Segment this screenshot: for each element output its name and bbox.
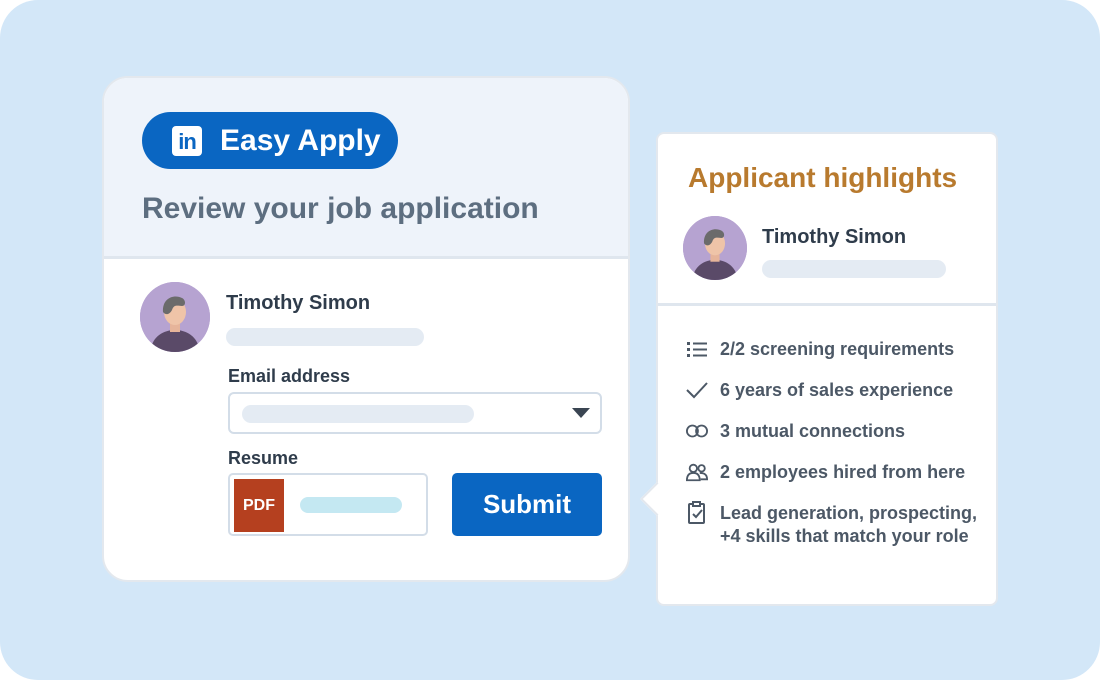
page-title: Review your job application [142, 192, 539, 225]
applicant-avatar [140, 282, 210, 352]
email-dropdown[interactable] [228, 392, 602, 434]
connections-icon [686, 420, 708, 442]
applicant-name: Timothy Simon [226, 292, 371, 314]
apply-card-header: in Easy Apply Review your job applicatio… [104, 78, 628, 259]
highlight-text: 2/2 screening requirements [720, 339, 955, 359]
clipboard-check-icon [686, 501, 708, 524]
email-label: Email address [228, 366, 351, 386]
divider [658, 303, 996, 306]
callout-pointer [640, 482, 674, 516]
checkmark-icon [686, 379, 708, 401]
highlight-item: 6 years of sales experience [686, 379, 980, 402]
easy-apply-label: Easy Apply [220, 124, 381, 157]
applicant-highlights-card: Applicant highlights Timothy Simon 2/2 s… [640, 132, 998, 606]
email-placeholder-line [242, 405, 474, 423]
placeholder-line [762, 260, 946, 278]
pdf-icon: PDF [234, 479, 284, 532]
placeholder-line [226, 328, 424, 346]
linkedin-logo-icon: in [172, 126, 202, 156]
caret-down-icon [572, 408, 590, 418]
highlight-text: 6 years of sales experience [720, 380, 954, 400]
submit-button[interactable]: Submit [452, 473, 602, 536]
list-icon [686, 338, 708, 360]
highlight-item: Lead generation, prospecting, +4 skills … [686, 501, 980, 548]
resume-filename-placeholder [300, 497, 402, 513]
easy-apply-card: in Easy Apply Review your job applicatio… [102, 76, 630, 582]
resume-label: Resume [228, 448, 299, 468]
highlight-item: 2/2 screening requirements [686, 338, 980, 361]
highlights-title: Applicant highlights [688, 162, 958, 193]
highlight-item: 3 mutual connections [686, 420, 980, 443]
linkedin-logo-text: in [178, 129, 197, 154]
resume-file[interactable]: PDF [228, 473, 428, 536]
people-icon [686, 461, 708, 483]
easy-apply-badge: in Easy Apply [142, 112, 398, 169]
highlight-text: 3 mutual connections [720, 421, 906, 441]
highlight-text: 2 employees hired from here [720, 462, 966, 482]
applicant-avatar [683, 216, 747, 280]
highlight-text: Lead generation, prospecting, +4 skills … [720, 503, 978, 546]
illustration-background: in Easy Apply Review your job applicatio… [0, 0, 1100, 680]
highlights-applicant-name: Timothy Simon [762, 226, 907, 248]
highlight-item: 2 employees hired from here [686, 461, 980, 484]
